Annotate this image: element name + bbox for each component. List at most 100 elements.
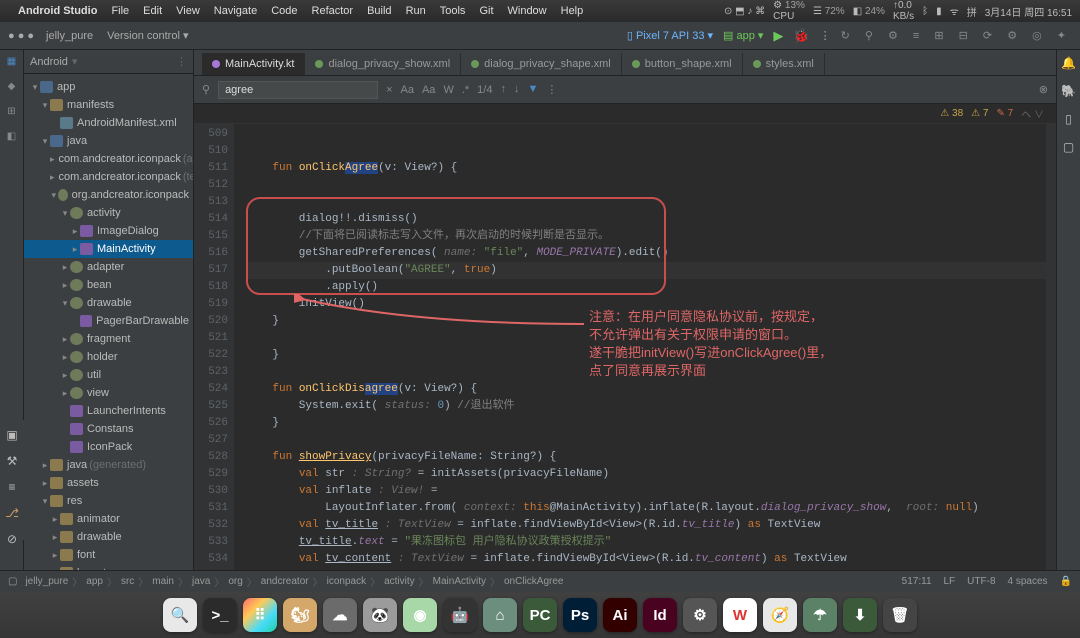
bluetooth-icon[interactable]: ᛒ	[922, 6, 928, 17]
run-config[interactable]: ▤ app ▾	[723, 29, 763, 42]
editor-tab[interactable]: dialog_privacy_shape.xml	[461, 53, 622, 75]
dock-app-icon[interactable]: 🧭	[763, 598, 797, 632]
dock-app-icon[interactable]: Ps	[563, 598, 597, 632]
tree-node[interactable]: ▸font	[24, 546, 193, 564]
tree-node[interactable]: ▸com.andcreator.iconpack(test	[24, 168, 193, 186]
file-encoding[interactable]: UTF-8	[967, 576, 995, 587]
status-icon[interactable]: ▢	[8, 576, 17, 587]
toolbar-icons[interactable]: ↻ ⚲ ⚙ ≡ ⊞ ⊟ ⟳ ⚙ ◎ ✦	[841, 29, 1072, 42]
menu-window[interactable]: Window	[508, 5, 547, 17]
menu-help[interactable]: Help	[561, 5, 584, 17]
bookmarks-tool-icon[interactable]: ◧	[7, 131, 16, 142]
dock-app-icon[interactable]: W	[723, 598, 757, 632]
dock-app-icon[interactable]: 🗑	[883, 598, 917, 632]
project-tool-icon[interactable]: ▦	[7, 56, 16, 67]
git-icon[interactable]: ⎇	[5, 506, 19, 520]
editor-tab[interactable]: MainActivity.kt	[202, 53, 305, 75]
window-controls[interactable]: ● ● ●	[8, 30, 34, 42]
build-icon[interactable]: ⚒	[7, 454, 18, 468]
emulator-icon[interactable]: ▢	[1063, 140, 1074, 154]
indent-setting[interactable]: 4 spaces	[1008, 576, 1048, 587]
dock-app-icon[interactable]: ⚙	[683, 598, 717, 632]
tree-node[interactable]: ▸MainActivity	[24, 240, 193, 258]
tree-node[interactable]: ▾res	[24, 492, 193, 510]
tree-node[interactable]: ▾org.andcreator.iconpack	[24, 186, 193, 204]
editor-tab[interactable]: dialog_privacy_show.xml	[305, 53, 461, 75]
find-nav[interactable]: ↑↓▼⋮	[500, 83, 557, 96]
tree-node[interactable]: ▸animator	[24, 510, 193, 528]
menu-view[interactable]: View	[176, 5, 200, 17]
tree-node[interactable]: ▸assets	[24, 474, 193, 492]
project-tree[interactable]: ▾app▾manifestsAndroidManifest.xml▾java▸c…	[24, 74, 193, 570]
menu-refactor[interactable]: Refactor	[312, 5, 354, 17]
clock[interactable]: 3月14日 周四 16:51	[985, 4, 1072, 19]
dock-app-icon[interactable]: ⬇	[843, 598, 877, 632]
tree-node[interactable]: ▾app	[24, 78, 193, 96]
project-name[interactable]: jelly_pure	[46, 30, 93, 42]
dock-app-icon[interactable]: ⌂	[483, 598, 517, 632]
tree-node[interactable]: ▸java(generated)	[24, 456, 193, 474]
notifications-icon[interactable]: 🔔	[1061, 56, 1076, 70]
tree-node[interactable]: ▸bean	[24, 276, 193, 294]
menu-tools[interactable]: Tools	[440, 5, 466, 17]
app-menu[interactable]: Android Studio	[18, 5, 97, 17]
tree-node[interactable]: ▾drawable	[24, 294, 193, 312]
menu-build[interactable]: Build	[367, 5, 391, 17]
dock-app-icon[interactable]: Id	[643, 598, 677, 632]
tree-node[interactable]: LauncherIntents	[24, 402, 193, 420]
gradle-icon[interactable]: 🐘	[1061, 84, 1076, 98]
debug-button[interactable]: 🐞	[793, 28, 809, 44]
editor-tab[interactable]: button_shape.xml	[622, 53, 743, 75]
menu-code[interactable]: Code	[271, 5, 297, 17]
vcs-dropdown[interactable]: Version control ▾	[107, 29, 188, 42]
tree-node[interactable]: ▾manifests	[24, 96, 193, 114]
structure-tool-icon[interactable]: ⊞	[7, 106, 15, 117]
tree-node[interactable]: ▸com.andcreator.iconpack(and	[24, 150, 193, 168]
menu-file[interactable]: File	[111, 5, 129, 17]
wifi-icon[interactable]: ᯤ	[950, 4, 959, 18]
dock-app-icon[interactable]: >_	[203, 598, 237, 632]
breadcrumb-item[interactable]: src	[121, 576, 134, 587]
breadcrumb-item[interactable]: main	[152, 576, 174, 587]
problems-icon[interactable]: ⊘	[7, 532, 17, 546]
project-panel-header[interactable]: Android ▾ ⋮	[24, 50, 193, 74]
breadcrumb-item[interactable]: jelly_pure	[25, 576, 68, 587]
breadcrumb-item[interactable]: activity	[384, 576, 415, 587]
tree-node[interactable]: PagerBarDrawable	[24, 312, 193, 330]
commit-tool-icon[interactable]: ◆	[8, 81, 16, 92]
inspections-bar[interactable]: ⚠ 38 ⚠ 7 ✎ 7 ヘ ∨	[194, 104, 1056, 124]
breadcrumb-item[interactable]: MainActivity	[433, 576, 486, 587]
battery-icon[interactable]: ▮	[936, 6, 942, 17]
dock-app-icon[interactable]: PC	[523, 598, 557, 632]
tree-node[interactable]: ▸view	[24, 384, 193, 402]
menu-run[interactable]: Run	[406, 5, 426, 17]
tree-node[interactable]: IconPack	[24, 438, 193, 456]
logcat-icon[interactable]: ≡	[8, 480, 15, 494]
dock-app-icon[interactable]: ⠿	[243, 598, 277, 632]
dock-app-icon[interactable]: 🐼	[363, 598, 397, 632]
line-separator[interactable]: LF	[944, 576, 956, 587]
input-source[interactable]: 拼	[967, 4, 977, 19]
tree-node[interactable]: ▸drawable	[24, 528, 193, 546]
find-options[interactable]: ×AaAaW.*	[386, 84, 469, 96]
dock-app-icon[interactable]: Ai	[603, 598, 637, 632]
find-close-icon[interactable]: ⊗	[1039, 83, 1048, 96]
tree-node[interactable]: AndroidManifest.xml	[24, 114, 193, 132]
tree-node[interactable]: ▾activity	[24, 204, 193, 222]
device-selector[interactable]: ▯ Pixel 7 API 33 ▾	[627, 29, 713, 42]
breadcrumb-item[interactable]: andcreator	[261, 576, 309, 587]
dock-app-icon[interactable]: ☂	[803, 598, 837, 632]
tree-node[interactable]: ▸util	[24, 366, 193, 384]
terminal-icon[interactable]: ▣	[6, 428, 17, 442]
breadcrumb-item[interactable]: onClickAgree	[504, 576, 563, 587]
menu-navigate[interactable]: Navigate	[214, 5, 257, 17]
toolbar-more[interactable]: ⋮	[820, 29, 831, 42]
code-editor[interactable]: fun onClickAgree(v: View?) { dialog!!.di…	[234, 124, 1056, 570]
dock-app-icon[interactable]: 🔍	[163, 598, 197, 632]
breadcrumbs[interactable]: jelly_pure〉app〉src〉main〉java〉org〉andcrea…	[25, 574, 563, 589]
caret-position[interactable]: 517:11	[902, 576, 932, 587]
menu-edit[interactable]: Edit	[143, 5, 162, 17]
run-button[interactable]: ▶	[773, 28, 783, 44]
dock-app-icon[interactable]: 🤖	[443, 598, 477, 632]
tree-node[interactable]: ▾java	[24, 132, 193, 150]
